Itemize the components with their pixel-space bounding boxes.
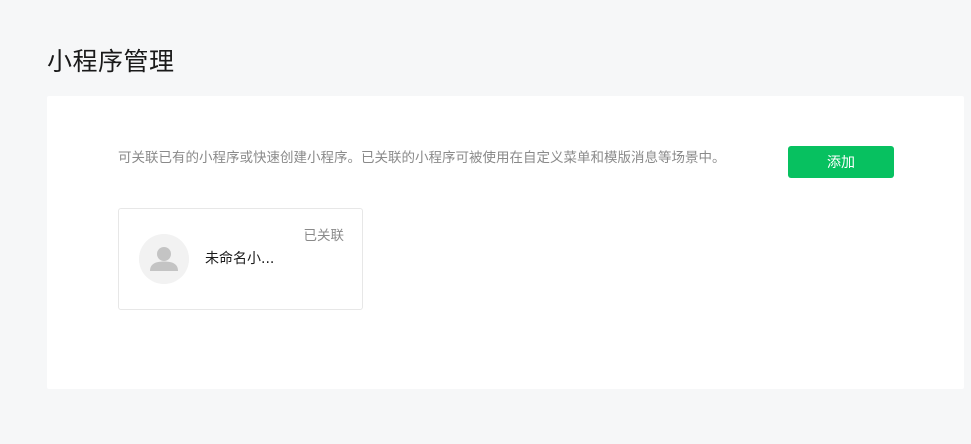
panel-description: 可关联已有的小程序或快速创建小程序。已关联的小程序可被使用在自定义菜单和模版消息…	[118, 150, 726, 166]
add-button[interactable]: 添加	[788, 146, 894, 178]
mini-program-name: 未命名小...	[205, 251, 275, 267]
mini-program-panel: 可关联已有的小程序或快速创建小程序。已关联的小程序可被使用在自定义菜单和模版消息…	[47, 96, 964, 389]
avatar	[139, 234, 189, 284]
page-title: 小程序管理	[47, 46, 175, 76]
default-user-avatar-icon	[139, 234, 189, 284]
status-badge: 已关联	[303, 228, 345, 244]
mini-program-card[interactable]: 已关联 未命名小...	[118, 208, 363, 310]
